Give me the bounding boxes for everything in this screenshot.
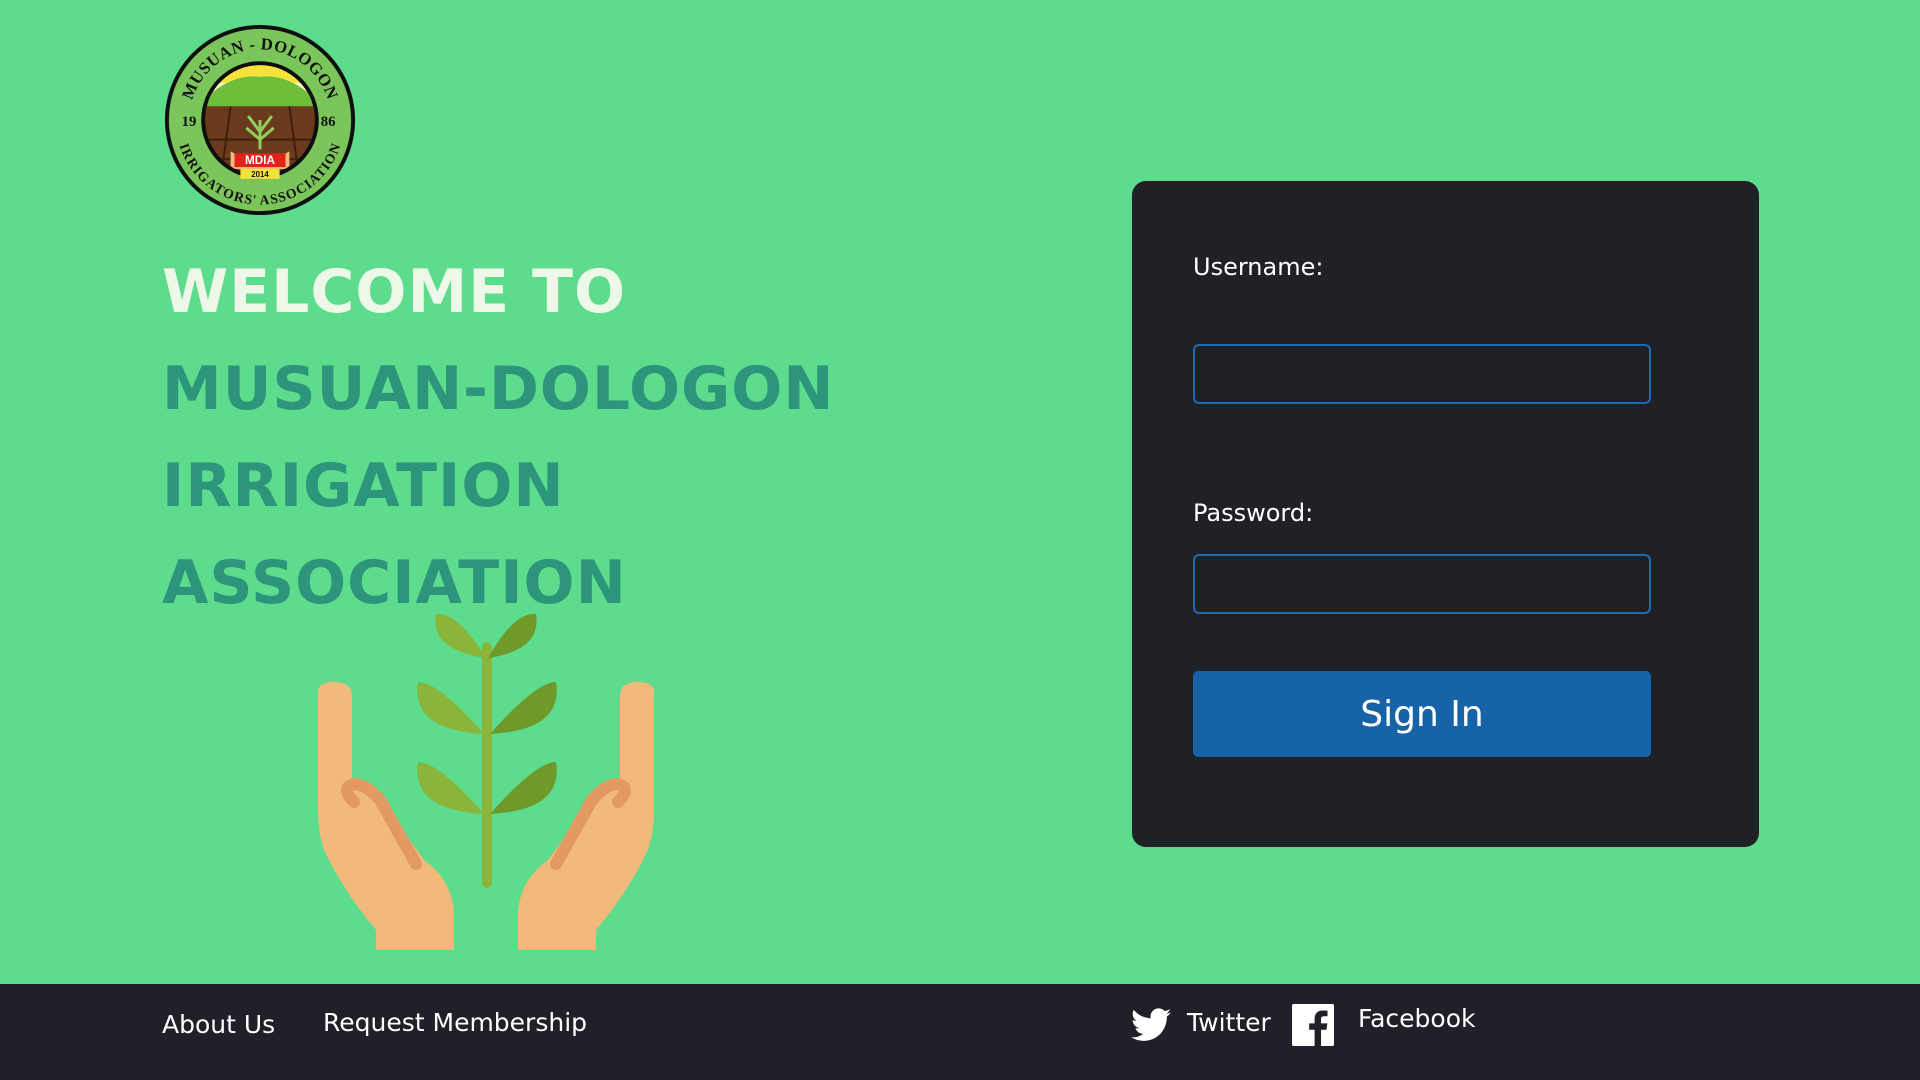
twitter-link[interactable]: Twitter [1187, 1008, 1271, 1037]
welcome-heading: WELCOME TO MUSUAN-DOLOGON IRRIGATION ASS… [162, 244, 834, 632]
logo-year-banner: 2014 [251, 170, 269, 179]
logo-year-right: 86 [321, 114, 336, 130]
sign-in-button[interactable]: Sign In [1193, 671, 1651, 757]
password-input[interactable] [1193, 554, 1651, 614]
welcome-line-2-part-b: DOLOGON [489, 354, 835, 424]
association-logo: MDIA 2014 MUSUAN - DOLOGON IRRIGATORS' A… [162, 22, 358, 218]
logo-year-left: 19 [182, 114, 197, 130]
request-membership-link[interactable]: Request Membership [323, 1008, 587, 1037]
welcome-line-2: MUSUAN-DOLOGON [162, 341, 834, 438]
welcome-line-1: WELCOME TO [162, 257, 626, 327]
facebook-icon[interactable] [1292, 1004, 1334, 1046]
username-input[interactable] [1193, 344, 1651, 404]
hands-plant-illustration [318, 612, 654, 950]
login-card: Username: Password: Sign In [1132, 181, 1759, 847]
username-label: Username: [1193, 253, 1324, 281]
about-us-link[interactable]: About Us [162, 1010, 275, 1039]
twitter-icon[interactable] [1131, 1008, 1171, 1042]
welcome-line-3: IRRIGATION [162, 451, 565, 521]
footer: About Us Request Membership Twitter Face… [0, 984, 1920, 1080]
facebook-link[interactable]: Facebook [1358, 1004, 1475, 1033]
password-label: Password: [1193, 499, 1314, 527]
welcome-line-2-part-a: MUSUAN- [162, 354, 490, 424]
logo-abbr-text: MDIA [245, 154, 276, 167]
